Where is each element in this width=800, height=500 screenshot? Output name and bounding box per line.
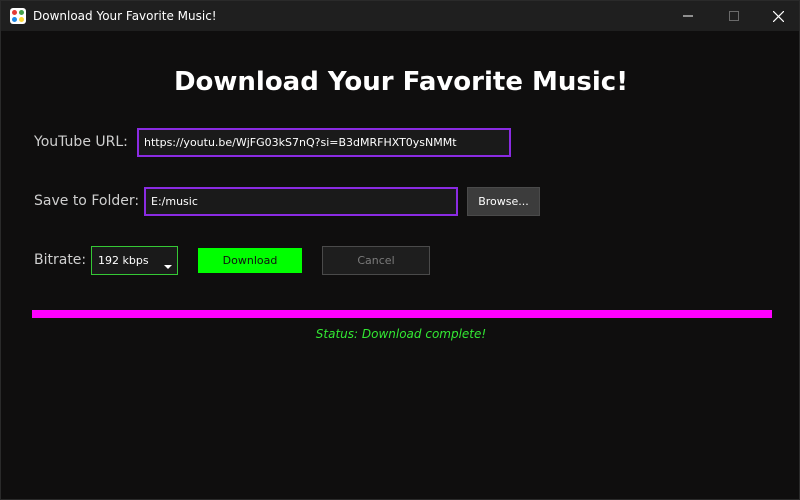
title-bar[interactable]: Download Your Favorite Music! [1,1,799,31]
bitrate-select[interactable]: 192 kbps [91,246,178,275]
browse-button[interactable]: Browse... [467,187,540,216]
window-title: Download Your Favorite Music! [33,9,217,23]
url-input[interactable] [137,128,511,157]
bitrate-selected-value: 192 kbps [98,254,149,267]
app-window: Download Your Favorite Music! Download Y… [0,0,800,500]
url-label: YouTube URL: [34,134,128,150]
folder-input[interactable] [144,187,458,216]
cancel-button[interactable]: Cancel [322,246,430,275]
app-grid-icon [10,8,26,24]
close-icon [772,10,784,22]
minimize-icon [683,15,693,17]
page-title: Download Your Favorite Music! [173,67,629,97]
progress-bar [32,310,772,318]
folder-label: Save to Folder: [34,193,140,209]
minimize-button[interactable] [665,1,711,31]
bitrate-label: Bitrate: [34,252,87,268]
close-button[interactable] [755,1,800,31]
status-text: Status: Download complete! [315,327,487,341]
progress-bar-fill [32,310,772,318]
chevron-down-icon [164,265,172,269]
maximize-icon [729,11,739,21]
maximize-button[interactable] [711,1,757,31]
download-button[interactable]: Download [198,248,302,273]
